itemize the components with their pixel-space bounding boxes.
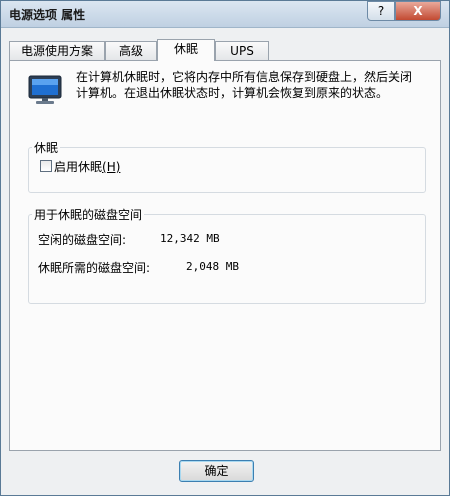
hibernate-description: 在计算机休眠时，它将内存中所有信息保存到硬盘上，然后关闭计算机。在退出休眠状态时… — [76, 70, 413, 100]
enable-hibernate-checkbox[interactable] — [40, 160, 52, 172]
dialog-footer: 确定 — [1, 451, 449, 495]
help-button[interactable]: ? — [367, 1, 395, 21]
free-space-value: 12,342 MB — [160, 232, 220, 245]
free-space-label: 空闲的磁盘空间: — [38, 233, 127, 247]
window-title: 电源选项 属性 — [9, 8, 86, 22]
disk-space-group-title: 用于休眠的磁盘空间 — [32, 206, 145, 223]
tab-ups[interactable]: UPS — [215, 41, 269, 60]
title-bar[interactable]: 电源选项 属性 ? X — [1, 1, 449, 28]
monitor-icon — [28, 75, 62, 104]
tab-advanced[interactable]: 高级 — [105, 41, 157, 60]
required-space-label: 休眠所需的磁盘空间: — [38, 261, 151, 275]
enable-hibernate-accelerator: (H) — [102, 160, 121, 174]
tab-hibernate[interactable]: 休眠 — [157, 39, 215, 61]
ok-button[interactable]: 确定 — [179, 460, 254, 482]
properties-dialog: 电源选项 属性 ? X 电源使用方案 高级 休眠 UPS 在计算机休眠时，它将内… — [0, 0, 450, 496]
close-button[interactable]: X — [395, 1, 441, 21]
required-space-value: 2,048 MB — [186, 260, 239, 273]
hibernate-panel: 在计算机休眠时，它将内存中所有信息保存到硬盘上，然后关闭计算机。在退出休眠状态时… — [9, 60, 441, 451]
tab-power-schemes[interactable]: 电源使用方案 — [9, 41, 105, 60]
enable-hibernate-label[interactable]: 启用休眠(H) — [54, 158, 120, 175]
enable-hibernate-text: 启用休眠 — [54, 160, 103, 174]
hibernate-group-title: 休眠 — [32, 139, 61, 156]
